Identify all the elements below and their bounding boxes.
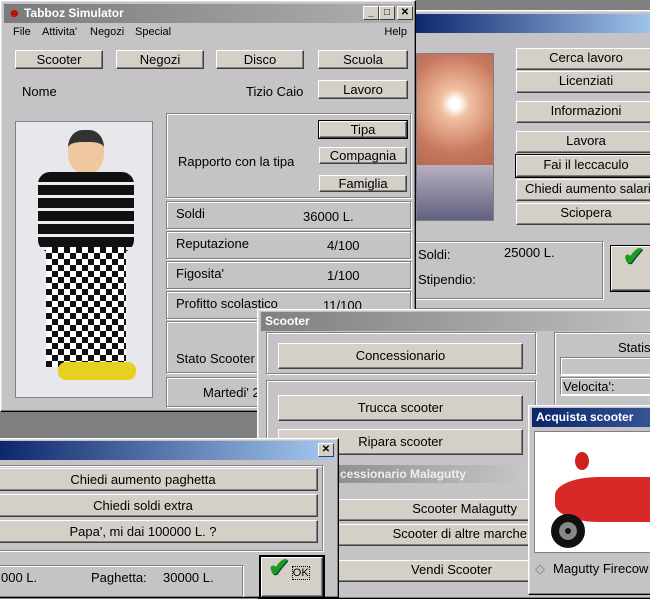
licenziati-button[interactable]: Licenziati: [516, 71, 650, 93]
scuola-button[interactable]: Scuola: [318, 50, 408, 69]
cerca-lavoro-button[interactable]: Cerca lavoro: [516, 48, 650, 70]
menu-file[interactable]: File: [13, 26, 31, 38]
papa-100000-button[interactable]: Papa', mi dai 100000 L. ?: [0, 520, 318, 543]
scooter-image: [534, 431, 650, 553]
family-window: ✕ Chiedi aumento paghetta Chiedi soldi e…: [0, 438, 339, 598]
family-titlebar: [0, 441, 335, 460]
tabboz-character-image: [15, 121, 153, 398]
famiglia-button[interactable]: Famiglia: [319, 175, 407, 192]
window-title: Tabboz Simulator: [23, 6, 124, 20]
concessionario-subwindow-title: cessionario Malagutty: [338, 465, 533, 483]
rapporto-label: Rapporto con la tipa: [178, 154, 295, 169]
model-name[interactable]: Magutty Firecow: [553, 561, 648, 576]
menu-special[interactable]: Special: [135, 26, 171, 38]
work-window: Cerca lavoro Licenziati Informazioni Lav…: [405, 10, 650, 310]
checkmark-icon: ✔: [268, 557, 290, 582]
trucca-scooter-button[interactable]: Trucca scooter: [278, 395, 523, 421]
close-button[interactable]: ✕: [397, 6, 413, 20]
app-icon: ☻: [8, 6, 24, 20]
ok-button[interactable]: ✔ OK: [259, 555, 325, 597]
acquista-titlebar: Acquista scooter: [532, 408, 650, 427]
scooter-altre-marche-button[interactable]: Scooter di altre marche: [338, 524, 533, 546]
work-image: [416, 53, 494, 221]
concessionario-button[interactable]: Concessionario: [278, 343, 523, 369]
vendi-scooter-button[interactable]: Vendi Scooter: [338, 560, 533, 582]
stat-value: 4/100: [327, 238, 360, 253]
menu-negozi[interactable]: Negozi: [90, 26, 124, 38]
soldi-value: 000 L.: [1, 570, 38, 585]
stat-label: Soldi: [176, 206, 205, 221]
main-titlebar: ☻ Tabboz Simulator: [4, 4, 412, 23]
paghetta-label: Paghetta:: [91, 570, 147, 585]
tipa-button[interactable]: Tipa: [318, 120, 408, 139]
lavoro-button[interactable]: Lavoro: [318, 80, 408, 99]
scooter-malagutty-button[interactable]: Scooter Malagutty: [338, 499, 533, 521]
stipendio-label: Stipendio:: [418, 272, 476, 287]
lavora-button[interactable]: Lavora: [516, 131, 650, 153]
aumento-salario-button[interactable]: Chiedi aumento salari: [516, 179, 650, 201]
subwindow-title-text: cessionario Malagutty: [340, 467, 467, 481]
statistiche-title: Statis: [618, 340, 650, 355]
stat-label: Figosita': [176, 266, 225, 281]
aumento-paghetta-button[interactable]: Chiedi aumento paghetta: [0, 468, 318, 491]
model-radio-icon[interactable]: ◇: [535, 561, 545, 577]
checkmark-icon: ✔: [622, 246, 645, 271]
leccaculo-button[interactable]: Fai il leccaculo: [515, 154, 650, 178]
date-label: Martedi' 2: [203, 385, 260, 400]
ok-button[interactable]: ✔: [610, 245, 650, 292]
menu-bar: File Attivita' Negozi Special Help: [4, 24, 412, 41]
disco-button[interactable]: Disco: [216, 50, 304, 69]
paghetta-value: 30000 L.: [163, 570, 214, 585]
stato-scooter-label: Stato Scooter: [176, 351, 255, 366]
ok-label: OK: [291, 566, 310, 580]
menu-help[interactable]: Help: [384, 26, 407, 38]
velocita-label: Velocita':: [563, 379, 615, 394]
stat-field: [560, 357, 650, 375]
stat-value: 36000 L.: [303, 209, 354, 224]
scooter-titlebar: Scooter: [261, 312, 650, 331]
work-titlebar: [409, 14, 650, 33]
close-button[interactable]: ✕: [318, 443, 334, 457]
soldi-value: 25000 L.: [504, 245, 555, 260]
soldi-extra-button[interactable]: Chiedi soldi extra: [0, 494, 318, 517]
minimize-button[interactable]: _: [363, 6, 379, 20]
nome-label: Nome: [22, 84, 57, 99]
stat-value: 1/100: [327, 268, 360, 283]
nome-value: Tizio Caio: [246, 84, 304, 99]
compagnia-button[interactable]: Compagnia: [319, 147, 407, 164]
scooter-button[interactable]: Scooter: [15, 50, 103, 69]
acquista-window: Acquista scooter ◇ Magutty Firecow: [528, 405, 650, 595]
maximize-button[interactable]: □: [379, 6, 395, 20]
menu-attivita[interactable]: Attivita': [42, 26, 77, 38]
informazioni-button[interactable]: Informazioni: [516, 101, 650, 123]
stat-label: Reputazione: [176, 236, 249, 251]
negozi-button[interactable]: Negozi: [116, 50, 204, 69]
soldi-label: Soldi:: [418, 247, 451, 262]
sciopera-button[interactable]: Sciopera: [516, 203, 650, 225]
